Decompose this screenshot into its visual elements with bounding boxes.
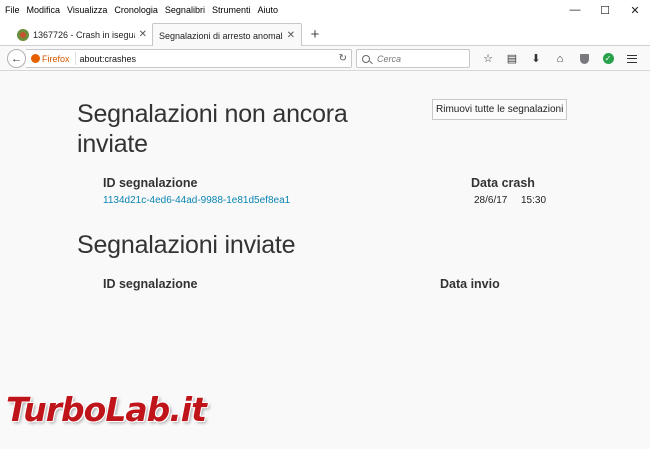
nav-bar: ← Firefox about:crashes ↻ ☆ ▤ ⬇ ⌂ ✓ [0,46,650,71]
search-icon [362,54,370,63]
menu-visualizza[interactable]: Visualizza [67,5,107,15]
hamburger-menu-icon[interactable] [620,49,644,68]
menu-aiuto[interactable]: Aiuto [257,5,278,15]
sent-id-column-header: ID segnalazione [103,277,198,291]
tab-title: 1367726 - Crash in iseguardi [33,29,135,40]
back-button[interactable]: ← [7,49,26,68]
menu-file[interactable]: File [5,5,20,15]
firefox-logo-icon [31,54,40,63]
close-window-button[interactable]: ✕ [620,0,650,20]
menu-modifica[interactable]: Modifica [27,5,61,15]
menu-segnalibri[interactable]: Segnalibri [165,5,205,15]
download-icon[interactable]: ⬇ [524,49,548,68]
search-bar[interactable] [356,49,470,68]
search-input[interactable] [377,53,467,64]
tab-bugzilla[interactable]: 1367726 - Crash in iseguardi ✕ [11,23,153,46]
remove-all-reports-button[interactable]: Rimuovi tutte le segnalazioni [432,99,568,120]
unsent-date-column-header: Data crash [471,176,535,190]
turbolab-watermark-logo: TurboLab.it [6,390,207,430]
green-check-icon[interactable]: ✓ [596,49,620,68]
url-bar[interactable]: Firefox about:crashes ↻ [26,49,352,68]
tab-close-icon[interactable]: ✕ [287,30,295,41]
maximize-button[interactable]: ☐ [590,0,620,20]
home-icon[interactable]: ⌂ [548,49,572,68]
star-icon[interactable]: ☆ [476,49,500,68]
sent-date-column-header: Data invio [440,277,500,291]
tab-close-icon[interactable]: ✕ [139,29,147,40]
unsent-id-column-header: ID segnalazione [103,176,198,190]
toolbar-icons: ☆ ▤ ⬇ ⌂ ✓ [476,49,644,68]
url-text[interactable]: about:crashes [80,54,339,64]
reading-list-icon[interactable]: ▤ [500,49,524,68]
menu-bar: File Modifica Visualizza Cronologia Segn… [0,0,650,20]
identity-label: Firefox [42,53,70,64]
minimize-button[interactable]: — [560,0,590,20]
unsent-reports-heading: Segnalazioni non ancora inviate [77,100,348,158]
crash-report-id-link[interactable]: 1134d21c-4ed6-44ad-9988-1e81d5ef8ea1 [103,195,290,206]
shield-icon[interactable] [572,49,596,68]
new-tab-button[interactable]: + [306,25,324,43]
tab-title: Segnalazioni di arresto anomalo [159,30,283,41]
menu-cronologia[interactable]: Cronologia [114,5,158,15]
identity-box[interactable]: Firefox [26,52,76,65]
sent-reports-heading: Segnalazioni inviate [77,231,296,259]
reload-icon[interactable]: ↻ [339,53,347,64]
menu-strumenti[interactable]: Strumenti [212,5,251,15]
watermark-text: TurboLab.it [6,390,207,429]
window-controls: — ☐ ✕ [560,0,650,20]
tab-strip: 1367726 - Crash in iseguardi ✕ Segnalazi… [0,20,650,47]
crash-time: 15:30 [521,195,547,206]
crash-date: 28/6/17 [474,195,508,206]
bug-favicon-icon [17,28,29,41]
tab-crash-reports[interactable]: Segnalazioni di arresto anomalo ✕ [152,23,302,47]
